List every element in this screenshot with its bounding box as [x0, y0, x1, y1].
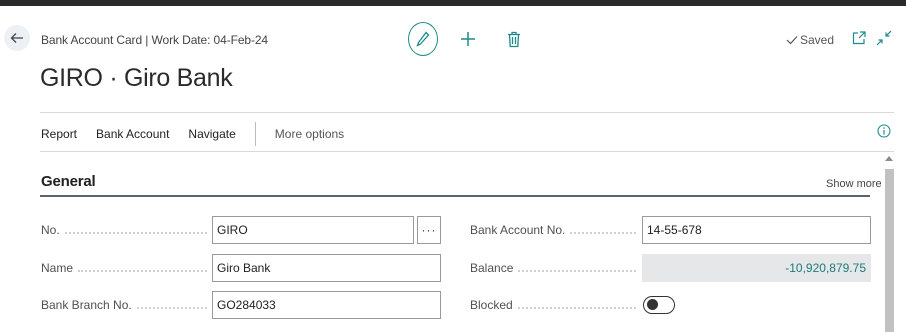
field-label-text: Bank Branch No.	[41, 298, 132, 312]
field-label-balance: Balance	[470, 261, 636, 275]
label-dots	[64, 232, 207, 234]
back-button[interactable]	[4, 25, 30, 51]
bank-account-no-field[interactable]: 14-55-678	[642, 216, 871, 244]
page-title: GIRO · Giro Bank	[40, 64, 233, 92]
toggle-knob	[647, 299, 658, 310]
no-lookup-button[interactable]: ···	[417, 216, 441, 244]
label-dots	[570, 232, 636, 234]
blocked-toggle[interactable]	[643, 296, 675, 314]
header-divider	[40, 112, 894, 113]
saved-status: Saved	[786, 33, 834, 47]
section-underline	[40, 195, 870, 197]
more-options-button[interactable]: More options	[275, 127, 344, 141]
label-dots	[518, 270, 636, 272]
saved-status-label: Saved	[800, 33, 835, 47]
window-top-bar	[0, 0, 906, 6]
field-label-no: No.	[41, 223, 207, 237]
open-new-window-button[interactable]	[852, 31, 866, 45]
no-field[interactable]: GIRO	[212, 216, 414, 244]
field-label-text: Blocked	[470, 298, 513, 312]
action-navigate[interactable]: Navigate	[188, 127, 235, 141]
label-dots	[136, 307, 207, 309]
open-new-window-icon	[852, 31, 866, 45]
arrow-left-icon	[10, 33, 23, 43]
vertical-scrollbar[interactable]	[882, 152, 896, 332]
label-dots	[517, 307, 636, 309]
breadcrumb: Bank Account Card | Work Date: 04-Feb-24	[41, 33, 269, 47]
trash-icon	[508, 31, 520, 47]
field-label-name: Name	[41, 261, 207, 275]
plus-icon	[461, 32, 475, 46]
pencil-icon	[416, 31, 430, 47]
collapse-button[interactable]	[876, 30, 892, 46]
field-label-bank-account-no: Bank Account No.	[470, 223, 636, 237]
edit-button[interactable]	[408, 22, 438, 56]
field-label-text: Name	[41, 261, 74, 275]
checkmark-icon	[786, 36, 798, 45]
info-button[interactable]	[877, 124, 891, 138]
info-icon	[877, 124, 891, 138]
scroll-thumb[interactable]	[885, 169, 894, 332]
show-more-link[interactable]: Show more	[826, 178, 882, 190]
field-label-blocked: Blocked	[470, 298, 636, 312]
balance-field[interactable]: -10,920,879.75	[642, 254, 871, 282]
action-bank-account[interactable]: Bank Account	[96, 127, 169, 141]
action-bar-divider	[40, 151, 894, 152]
label-dots	[78, 270, 207, 272]
bank-branch-no-field[interactable]: GO284033	[212, 291, 441, 319]
scroll-up-arrow-icon[interactable]	[885, 156, 893, 161]
field-label-text: Bank Account No.	[470, 223, 566, 237]
field-label-bank-branch-no: Bank Branch No.	[41, 298, 207, 312]
new-button[interactable]	[459, 30, 477, 48]
delete-button[interactable]	[506, 30, 522, 48]
action-separator	[254, 122, 256, 146]
field-label-text: Balance	[470, 261, 514, 275]
field-label-text: No.	[41, 223, 60, 237]
section-title-general[interactable]: General	[41, 173, 96, 190]
name-field[interactable]: Giro Bank	[212, 254, 441, 282]
action-report[interactable]: Report	[41, 127, 77, 141]
action-bar: Report Bank Account Navigate More option…	[41, 122, 363, 146]
collapse-arrows-icon	[876, 30, 892, 46]
